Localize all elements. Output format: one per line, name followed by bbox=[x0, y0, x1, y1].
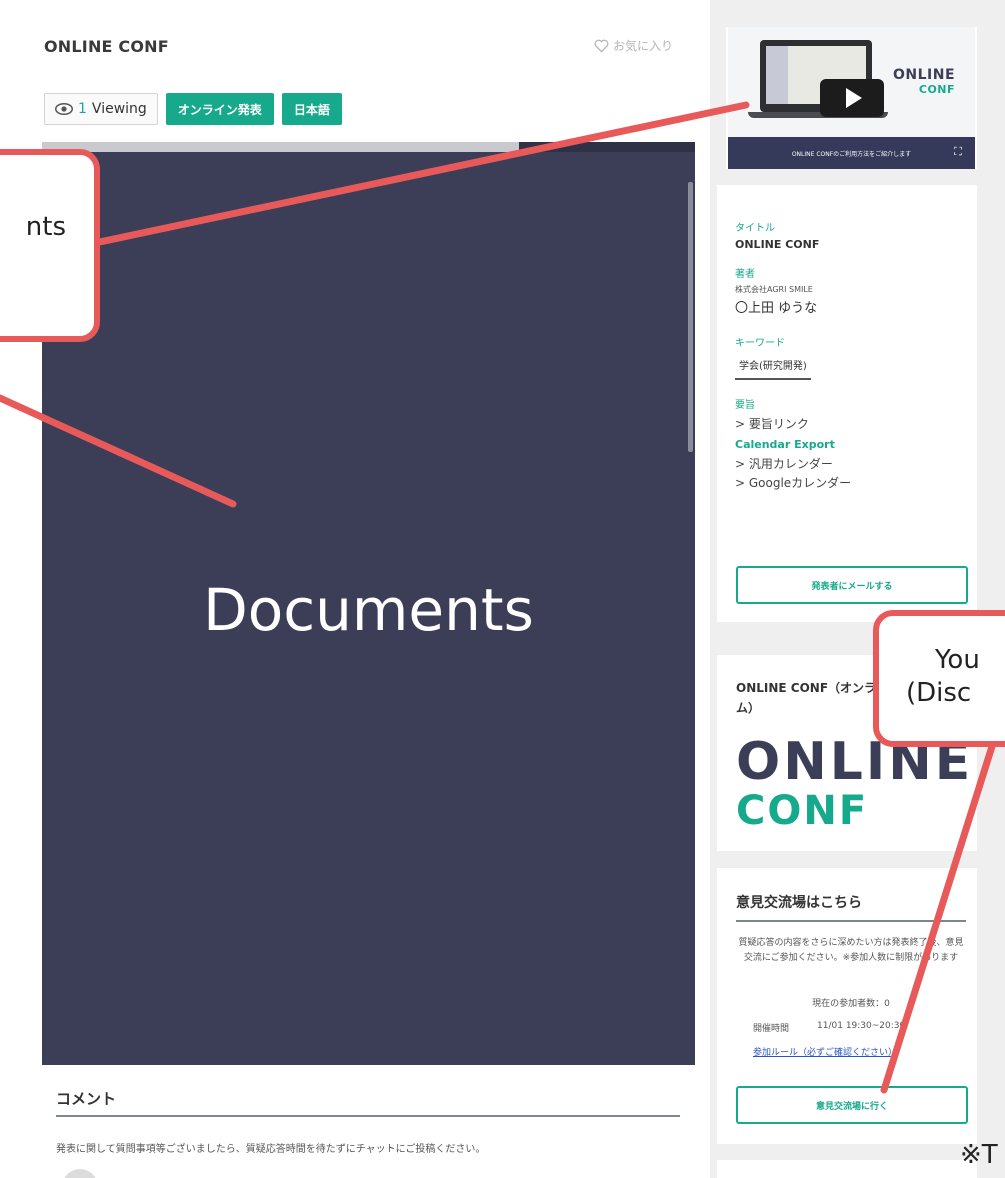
eye-icon bbox=[55, 103, 73, 115]
discussion-title: 意見交流場はこちら bbox=[736, 895, 862, 911]
favorite-label: お気に入り bbox=[613, 39, 674, 53]
event-title: ONLINE CONF bbox=[44, 37, 169, 56]
time-value: 11/01 19:30~20:30 bbox=[817, 1021, 906, 1031]
calendar-export-label: Calendar Export bbox=[735, 438, 835, 451]
comment-title: コメント bbox=[56, 1090, 117, 1108]
next-card bbox=[717, 1160, 977, 1178]
video-thumbnail[interactable]: ONLINE CONF bbox=[728, 27, 975, 137]
viewing-count: 1 bbox=[78, 101, 87, 117]
intro-video[interactable]: ONLINE CONF ONLINE CONFのご利用方法をご紹介します ⛶ bbox=[726, 27, 977, 169]
abstract-link[interactable]: > 要旨リンク bbox=[735, 415, 959, 432]
tag-online-presentation: オンライン発表 bbox=[165, 93, 274, 125]
heart-icon bbox=[594, 39, 609, 53]
keyword-label: キーワード bbox=[735, 338, 785, 349]
abstract-label: 要旨 bbox=[735, 400, 755, 411]
author-name: 〇上田 ゆうな bbox=[735, 301, 818, 316]
brand-title: ONLINE CONF（オンライン学会システム） bbox=[736, 681, 961, 715]
discussion-divider bbox=[736, 920, 966, 922]
video-brand-line2: CONF bbox=[918, 83, 956, 96]
presentation-info-card: タイトル ONLINE CONF 著者 株式会社AGRI SMILE 〇上田 ゆ… bbox=[717, 185, 977, 622]
title-value: ONLINE CONF bbox=[735, 238, 820, 251]
video-caption: ONLINE CONFのご利用方法をご紹介します ⛶ bbox=[728, 137, 975, 169]
system-brand-card: ONLINE CONF（オンライン学会システム） ONLINE CONF bbox=[717, 655, 977, 851]
discussion-card: 意見交流場はこちら 質疑応答の内容をさらに深めたい方は発表終了後、意見交流にご参… bbox=[717, 868, 977, 1144]
document-viewer[interactable]: Documents bbox=[42, 142, 695, 1065]
author-label: 著者 bbox=[735, 269, 755, 280]
video-caption-text: ONLINE CONFのご利用方法をご紹介します bbox=[791, 150, 912, 158]
avatar bbox=[62, 1169, 98, 1178]
title-label: タイトル bbox=[735, 223, 775, 234]
tag-row: 1 Viewing オンライン発表 日本語 bbox=[44, 93, 342, 125]
participation-rules-link[interactable]: 参加ルール（必ずご確認ください） bbox=[753, 1045, 897, 1058]
email-presenter-button[interactable]: 発表者にメールする bbox=[736, 566, 968, 604]
favorite-button[interactable]: お気に入り bbox=[594, 37, 673, 54]
video-brand: ONLINE CONF bbox=[893, 67, 955, 96]
fullscreen-icon[interactable]: ⛶ bbox=[951, 145, 965, 159]
join-discussion-button[interactable]: 意見交流場に行く bbox=[736, 1086, 968, 1124]
comment-section: コメント 発表に関して質問事項等ございましたら、質疑応答時間を待たずにチャットに… bbox=[42, 1065, 695, 1178]
document-toolbar bbox=[519, 142, 695, 152]
play-icon[interactable] bbox=[820, 79, 884, 117]
main-panel: ONLINE CONF お気に入り 1 Viewing オンライン発表 日本語 … bbox=[0, 0, 710, 1178]
viewing-badge: 1 Viewing bbox=[44, 93, 158, 125]
comment-notice: 発表に関して質問事項等ございましたら、質疑応答時間を待たずにチャットにご投稿くだ… bbox=[56, 1144, 486, 1155]
brand-logo-line1: ONLINE bbox=[736, 732, 974, 792]
discussion-description: 質疑応答の内容をさらに深めたい方は発表終了後、意見交流にご参加ください。※参加人… bbox=[738, 938, 964, 963]
time-label: 開催時間 bbox=[753, 1024, 790, 1034]
generic-calendar-link[interactable]: > 汎用カレンダー bbox=[735, 455, 959, 472]
document-scrollbar[interactable] bbox=[688, 182, 693, 452]
comment-divider bbox=[56, 1115, 680, 1117]
author-organization: 株式会社AGRI SMILE bbox=[735, 285, 813, 294]
google-calendar-link[interactable]: > Googleカレンダー bbox=[735, 474, 959, 491]
documents-label: Documents bbox=[203, 576, 534, 644]
discussion-time: 開催時間 11/01 19:30~20:30 bbox=[753, 1021, 905, 1034]
participant-count: 現在の参加者数：0 bbox=[812, 999, 890, 1009]
viewing-label: Viewing bbox=[91, 101, 147, 117]
tag-japanese: 日本語 bbox=[281, 93, 342, 125]
brand-logo-line2: CONF bbox=[736, 788, 869, 834]
keyword-tag[interactable]: 学会(研究開発) bbox=[735, 353, 811, 380]
video-brand-line1: ONLINE bbox=[893, 67, 956, 83]
